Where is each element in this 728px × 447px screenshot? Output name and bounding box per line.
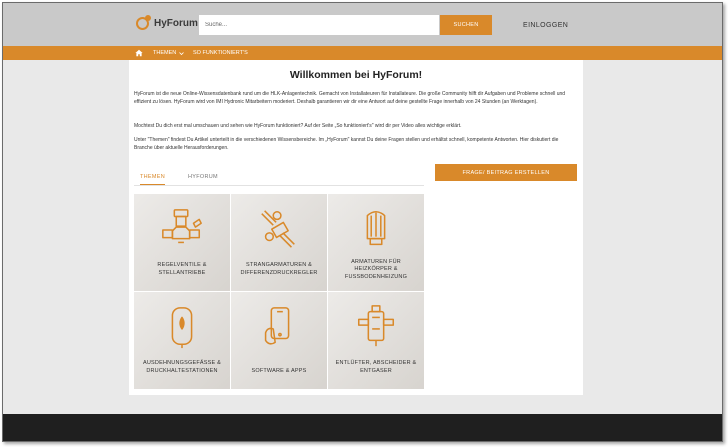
main-nav: THEMEN SO FUNKTIONIERT'S [3, 46, 722, 60]
tab-hyforum[interactable]: HYFORUM [188, 174, 218, 180]
expansion-vessel-icon [171, 307, 193, 349]
page-title: Willkommen bei HyForum! [289, 69, 423, 81]
topic-tile-armaturen-heizkoerper[interactable]: ARMATUREN FÜR HEIZKÖRPER & FUSSBODENHEIZ… [328, 194, 424, 291]
search-button[interactable]: SUCHEN [440, 15, 492, 35]
intro-paragraph-video: Mochtest Du dich erst mal umschauen und … [134, 123, 462, 129]
top-bar: HyForum SUCHEN EINLOGGEN [3, 3, 722, 46]
topic-grid: REGELVENTILE & STELLANTRIEBE STRANGARMAT… [134, 194, 425, 389]
topic-tile-software-apps[interactable]: SOFTWARE & APPS [231, 292, 327, 389]
topic-tile-label: AUSDEHNUNGSGEFÄSSE & DRUCKHALTESTATIONEN [143, 360, 221, 374]
topic-tile-label: SOFTWARE & APPS [251, 367, 307, 374]
nav-item-themen-label: THEMEN [153, 50, 177, 56]
tab-bar: THEMEN HYFORUM [134, 172, 424, 186]
topic-tile-strangarmaturen[interactable]: STRANGARMATUREN & DIFFERENZDRUCKREGLER [231, 194, 327, 291]
topic-tile-label: STRANGARMATUREN & DIFFERENZDRUCKREGLER [240, 262, 318, 276]
topic-tile-label: ENTLÜFTER, ABSCHEIDER & ENTGASER [335, 360, 417, 374]
search-input[interactable] [199, 15, 439, 35]
logo-text: HyForum [154, 18, 198, 29]
footer-bar [3, 414, 722, 441]
chevron-down-icon [179, 51, 185, 55]
logo[interactable]: HyForum [136, 15, 198, 30]
home-icon[interactable] [135, 49, 143, 57]
topic-tile-label: REGELVENTILE & STELLANTRIEBE [157, 262, 207, 276]
logo-mark-icon [136, 15, 151, 30]
main-content: Willkommen bei HyForum! HyForum ist die … [129, 60, 583, 395]
intro-paragraph-themen: Unter "Themen" findest Du Artikel untert… [134, 137, 559, 151]
balancing-valve-icon [261, 210, 295, 248]
login-link[interactable]: EINLOGGEN [523, 22, 568, 29]
tab-themen[interactable]: THEMEN [140, 174, 166, 185]
separator-icon [357, 305, 395, 347]
topic-tile-regelventile[interactable]: REGELVENTILE & STELLANTRIEBE [134, 194, 230, 291]
nav-item-so-funktionierts[interactable]: SO FUNKTIONIERT'S [193, 50, 248, 56]
nav-item-themen[interactable]: THEMEN [153, 50, 185, 56]
topic-tile-label: ARMATUREN FÜR HEIZKÖRPER & FUSSBODENHEIZ… [344, 258, 408, 280]
thermostatic-head-icon [366, 210, 386, 246]
topic-tile-entluefter[interactable]: ENTLÜFTER, ABSCHEIDER & ENTGASER [328, 292, 424, 389]
intro-paragraph: HyForum ist die neue Online-Wissensdaten… [134, 91, 566, 105]
topic-tile-ausdehnungsgefaesse[interactable]: AUSDEHNUNGSGEFÄSSE & DRUCKHALTESTATIONEN [134, 292, 230, 389]
create-post-button[interactable]: FRAGE/ BEITRAG ERSTELLEN [435, 164, 577, 181]
browser-frame: HyForum SUCHEN EINLOGGEN THEMEN SO FUNKT… [2, 2, 723, 442]
valve-actuator-icon [162, 209, 202, 244]
smartphone-icon [264, 307, 290, 345]
